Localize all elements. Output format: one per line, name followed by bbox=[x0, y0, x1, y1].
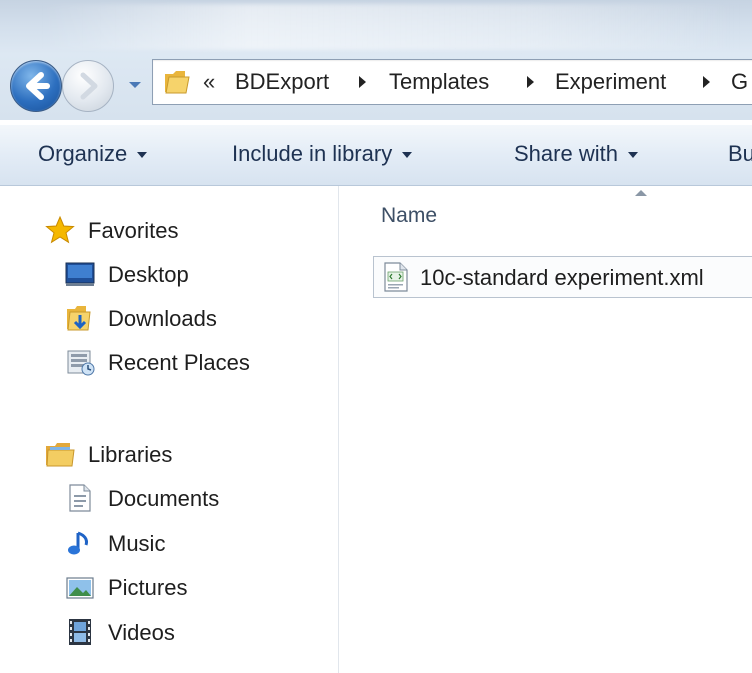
file-row[interactable]: 10c-standard experiment.xml bbox=[373, 256, 752, 298]
star-icon bbox=[45, 215, 75, 244]
sort-ascending-icon bbox=[635, 190, 647, 196]
column-header-name[interactable]: Name bbox=[381, 204, 437, 228]
nav-item-downloads-label: Downloads bbox=[108, 306, 217, 331]
breadcrumb-overflow[interactable]: « bbox=[203, 69, 215, 95]
share-with-button[interactable]: Share with bbox=[514, 141, 638, 167]
forward-arrow-icon bbox=[80, 72, 98, 100]
downloads-folder-icon bbox=[67, 306, 91, 331]
breadcrumb-separator-icon[interactable] bbox=[359, 76, 366, 88]
forward-button[interactable] bbox=[62, 60, 114, 112]
nav-item-documents-label: Documents bbox=[108, 486, 220, 511]
nav-item-recent-places-label: Recent Places bbox=[108, 350, 250, 375]
title-glow bbox=[40, 4, 740, 50]
include-in-library-button[interactable]: Include in library bbox=[232, 141, 413, 167]
xml-file-icon bbox=[384, 262, 408, 292]
burn-label: Bu bbox=[728, 141, 752, 166]
breadcrumb-bdexport[interactable]: BDExport bbox=[235, 70, 329, 94]
nav-item-music-label: Music bbox=[108, 531, 166, 556]
desktop-icon bbox=[65, 262, 95, 286]
back-button[interactable] bbox=[10, 60, 62, 112]
pictures-icon bbox=[66, 577, 94, 599]
libraries-folder-icon bbox=[46, 443, 75, 467]
chevron-down-icon bbox=[627, 152, 638, 159]
documents-icon bbox=[69, 484, 91, 512]
window-title-area: « BDExport Templates Experiment G bbox=[0, 0, 752, 120]
recent-pages-dropdown-icon[interactable] bbox=[126, 76, 144, 94]
back-arrow-icon bbox=[26, 72, 50, 100]
breadcrumb-g[interactable]: G bbox=[731, 70, 748, 94]
navigation-pane: Favorites Desktop Downloads Recent Place… bbox=[0, 186, 339, 673]
file-list-pane: Name 10c-standard experiment.xml bbox=[339, 186, 752, 673]
file-name: 10c-standard experiment.xml bbox=[420, 265, 704, 290]
chevron-down-icon bbox=[137, 152, 148, 159]
chevron-down-icon bbox=[402, 152, 413, 159]
nav-item-videos-label: Videos bbox=[108, 620, 175, 645]
nav-libraries-label: Libraries bbox=[88, 442, 173, 467]
music-note-icon bbox=[68, 531, 88, 555]
breadcrumb-separator-icon[interactable] bbox=[703, 76, 710, 88]
breadcrumb-templates[interactable]: Templates bbox=[389, 70, 489, 94]
share-with-label: Share with bbox=[514, 141, 618, 166]
address-bar[interactable]: « BDExport Templates Experiment G bbox=[152, 59, 752, 105]
nav-item-desktop-label: Desktop bbox=[108, 262, 189, 287]
breadcrumb-separator-icon[interactable] bbox=[527, 76, 534, 88]
command-bar: Organize Include in library Share with B… bbox=[0, 124, 752, 186]
burn-button[interactable]: Bu bbox=[728, 141, 752, 167]
organize-label: Organize bbox=[38, 141, 128, 166]
nav-item-pictures-label: Pictures bbox=[108, 575, 188, 600]
videos-filmstrip-icon bbox=[69, 619, 91, 645]
folder-icon bbox=[165, 71, 190, 94]
organize-button[interactable]: Organize bbox=[38, 141, 148, 167]
recent-places-icon bbox=[67, 350, 95, 376]
include-in-library-label: Include in library bbox=[232, 141, 393, 166]
breadcrumb-experiment[interactable]: Experiment bbox=[555, 70, 666, 94]
nav-favorites-label: Favorites bbox=[88, 218, 179, 243]
